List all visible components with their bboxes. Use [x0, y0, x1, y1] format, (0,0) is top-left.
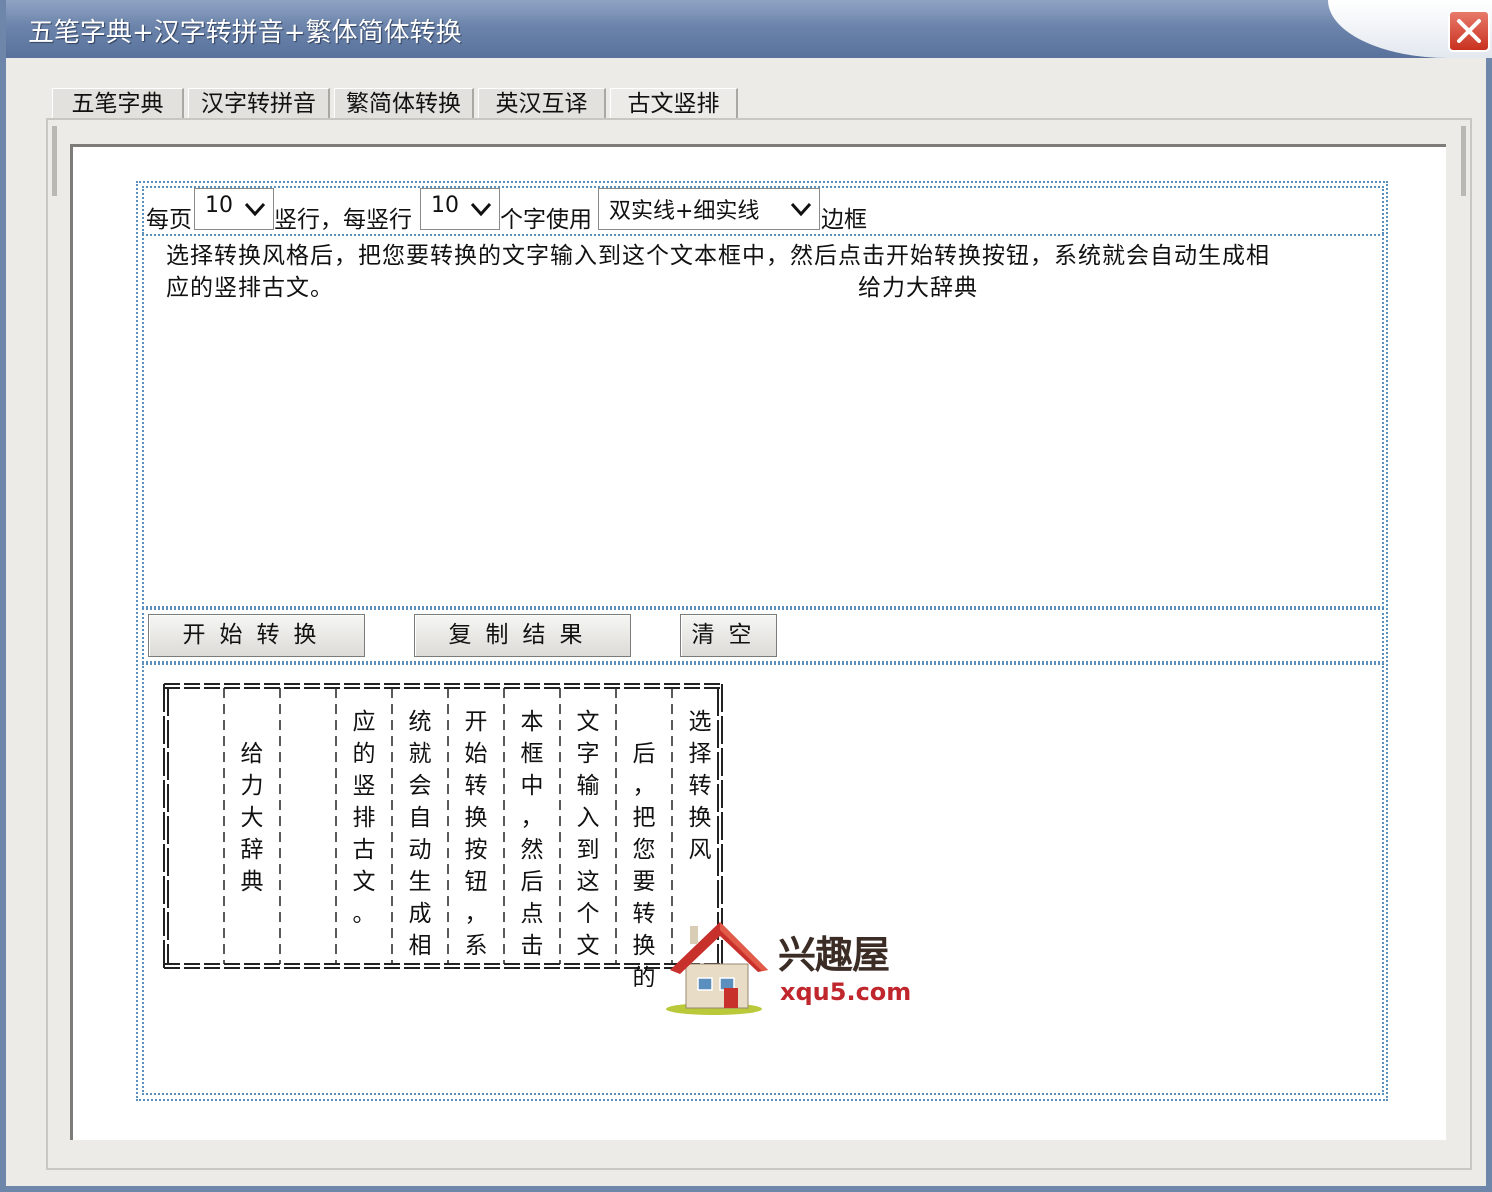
input-line-2: 应的竖排古文。 [166, 275, 334, 301]
vertical-char: 个 [576, 901, 600, 927]
vertical-char: 。 [352, 901, 376, 927]
panel-edge-left [52, 126, 57, 196]
chars-label: 个字使用 [500, 207, 592, 233]
columns-label: 竖行，每竖行 [274, 207, 412, 233]
vertical-char: 钮 [464, 869, 488, 895]
vertical-char: 转 [688, 773, 712, 799]
vertical-char: ， [632, 773, 656, 799]
watermark-brand: 兴趣屋 [778, 933, 890, 977]
vertical-char: 力 [240, 773, 264, 799]
vertical-char: 击 [520, 933, 544, 959]
vertical-char: 文 [352, 869, 376, 895]
vertical-char: 把 [632, 805, 656, 831]
vertical-char: 点 [520, 901, 544, 927]
house-icon [666, 922, 768, 1015]
vertical-char: 文 [576, 709, 600, 735]
border-style-select[interactable]: 双实线+细实线 [598, 188, 820, 230]
vertical-char: 要 [632, 869, 656, 895]
tab-vertical[interactable]: 古文竖排 [610, 88, 738, 118]
chars-per-column-value: 10 [431, 193, 459, 218]
tab-translate[interactable]: 英汉互译 [478, 88, 606, 118]
chevron-down-icon [790, 202, 812, 217]
vertical-char: 开 [464, 709, 488, 735]
vertical-char: 框 [520, 741, 544, 767]
vertical-char: 择 [688, 741, 712, 767]
tab-pinyin[interactable]: 汉字转拼音 [188, 88, 330, 118]
watermark-url: xqu5.com [780, 978, 912, 1006]
window-title: 五笔字典+汉字转拼音+繁体简体转换 [28, 18, 462, 48]
vertical-char: 应 [352, 709, 376, 735]
clear-button[interactable]: 清空 [680, 614, 777, 657]
title-bar[interactable]: 五笔字典+汉字转拼音+繁体简体转换 [6, 0, 1492, 58]
input-textarea[interactable]: 选择转换风格后，把您要转换的文字输入到这个文本框中，然后点击开始转换按钮，系统就… [166, 240, 1366, 304]
vertical-char: 的 [632, 965, 656, 991]
panel-edge-right [1461, 126, 1466, 196]
vertical-char: 竖 [352, 773, 376, 799]
vertical-char: 按 [464, 837, 488, 863]
app-window: 五笔字典+汉字转拼音+繁体简体转换 五笔字典 汉字转拼音 繁简体转换 英汉互译 … [0, 0, 1492, 1192]
vertical-char: 风 [688, 837, 712, 863]
vertical-char: 中 [520, 773, 544, 799]
vertical-char: 这 [576, 869, 600, 895]
border-label: 边框 [821, 207, 867, 233]
vertical-char: 典 [240, 869, 264, 895]
chevron-down-icon [470, 202, 492, 217]
vertical-char: 然 [520, 837, 544, 863]
vertical-char: 换 [464, 805, 488, 831]
vertical-char: 换 [688, 805, 712, 831]
close-icon [1457, 19, 1481, 43]
chevron-down-icon [244, 202, 266, 217]
vertical-char: 相 [408, 933, 432, 959]
copy-result-button[interactable]: 复制结果 [414, 614, 631, 657]
vertical-char: 后 [520, 869, 544, 895]
start-convert-button[interactable]: 开始转换 [148, 614, 365, 657]
vertical-char: 本 [520, 709, 544, 735]
vertical-char: ， [464, 901, 488, 927]
input-line-2-row: 应的竖排古文。 给力大辞典 [166, 272, 1366, 304]
vertical-char: 自 [408, 805, 432, 831]
vertical-char: 辞 [240, 837, 264, 863]
input-signature: 给力大辞典 [858, 275, 978, 301]
vertical-char: 换 [632, 933, 656, 959]
vertical-output: 选择转换风后，把您要转换的文字输入到这个文本框中，然后点击开始转换按钮，系统就会… [158, 678, 728, 991]
vertical-char: 始 [464, 741, 488, 767]
vertical-char: 系 [464, 933, 488, 959]
per-page-select[interactable]: 10 [194, 188, 274, 230]
vertical-char: 成 [408, 901, 432, 927]
tab-wubi[interactable]: 五笔字典 [52, 88, 184, 118]
vertical-char: 输 [576, 773, 600, 799]
vertical-char: 文 [576, 933, 600, 959]
vertical-char: 入 [576, 805, 600, 831]
close-button[interactable] [1448, 10, 1490, 52]
tab-traditional-simplified[interactable]: 繁简体转换 [334, 88, 474, 118]
chars-per-column-select[interactable]: 10 [420, 188, 500, 230]
vertical-char: 选 [688, 709, 712, 735]
per-page-label: 每页 [146, 207, 192, 233]
vertical-char: 字 [576, 741, 600, 767]
vertical-char: 给 [240, 741, 264, 767]
vertical-char: 转 [632, 901, 656, 927]
vertical-char: 后 [632, 741, 656, 767]
vertical-char: 您 [632, 837, 656, 863]
vertical-char: 大 [240, 805, 264, 831]
border-style-value: 双实线+细实线 [609, 199, 760, 224]
vertical-char: 古 [352, 837, 376, 863]
vertical-char: 到 [576, 837, 600, 863]
vertical-char: 动 [408, 837, 432, 863]
vertical-char: 就 [408, 741, 432, 767]
vertical-char: 生 [408, 869, 432, 895]
per-page-value: 10 [205, 193, 233, 218]
input-line-1: 选择转换风格后，把您要转换的文字输入到这个文本框中，然后点击开始转换按钮，系统就… [166, 243, 1270, 269]
watermark-logo: 兴趣屋 xqu5.com [664, 914, 914, 1018]
vertical-char: ， [520, 805, 544, 831]
vertical-char: 排 [352, 805, 376, 831]
vertical-char: 会 [408, 773, 432, 799]
vertical-char: 转 [464, 773, 488, 799]
vertical-char: 的 [352, 741, 376, 767]
vertical-char: 统 [408, 709, 432, 735]
